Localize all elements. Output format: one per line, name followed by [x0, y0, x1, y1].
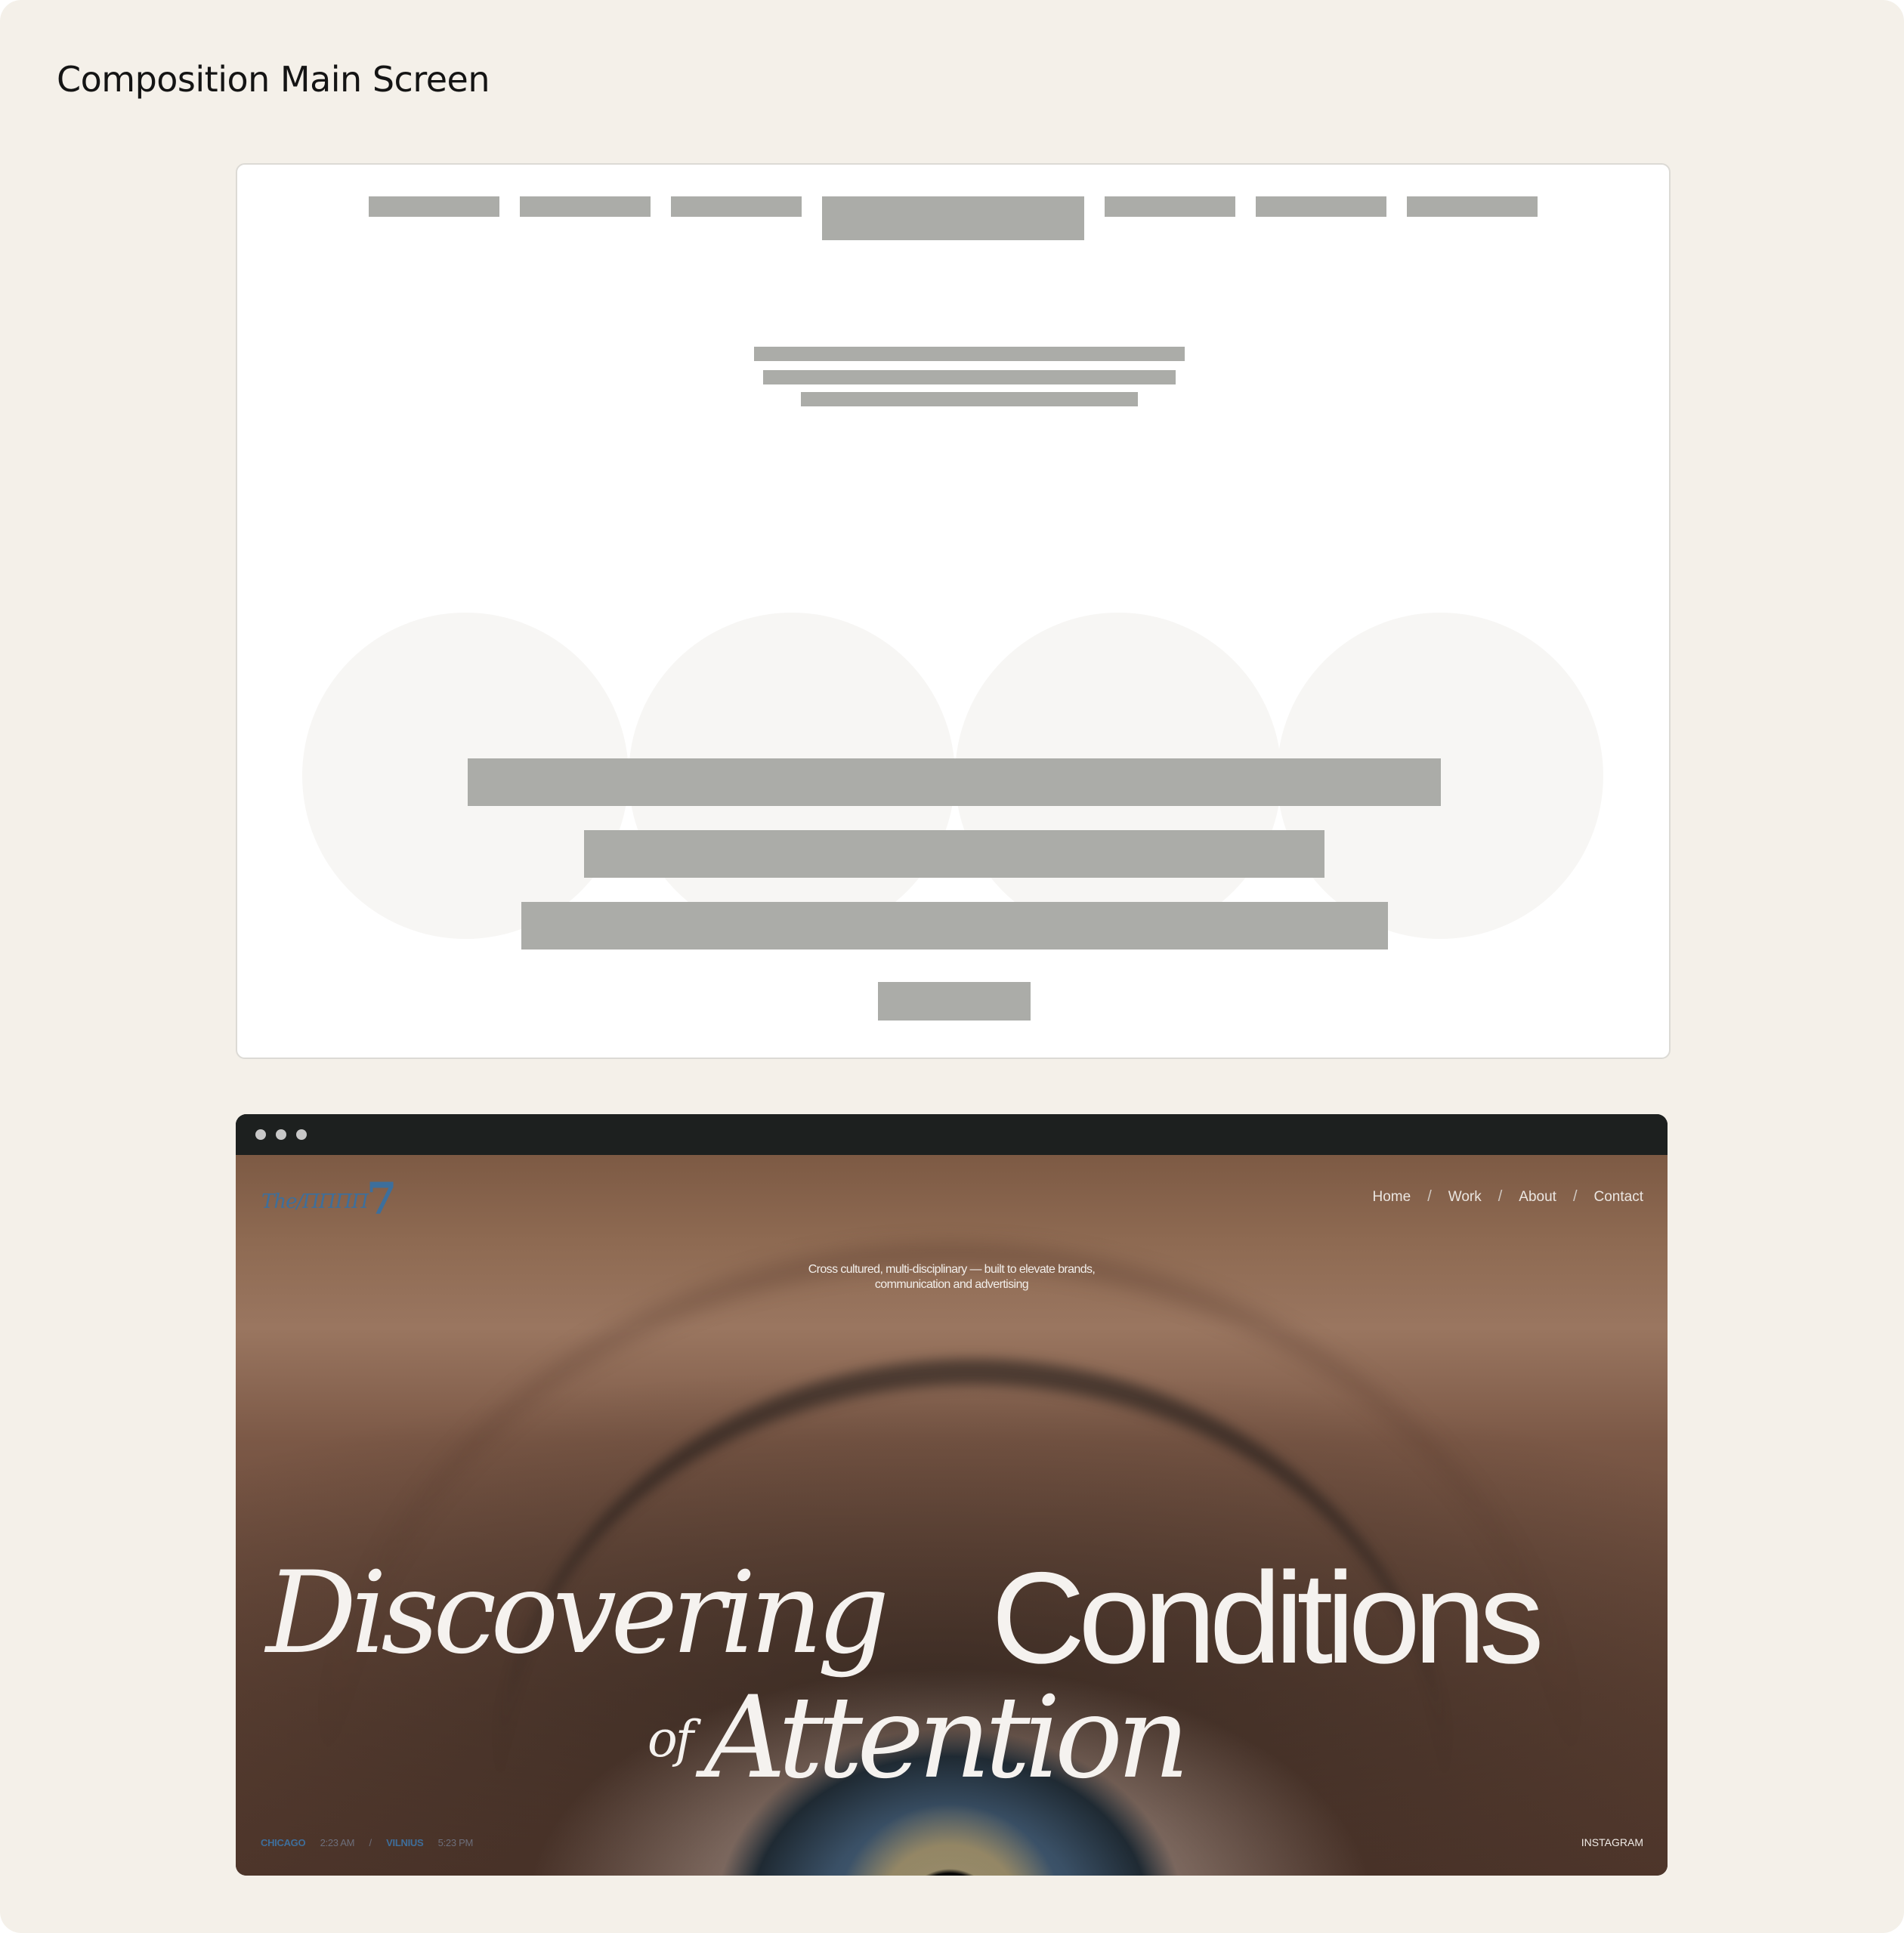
wire-nav-item	[1407, 196, 1538, 217]
wire-intro-line	[801, 392, 1138, 406]
nav-home[interactable]: Home	[1373, 1189, 1411, 1206]
nav-work[interactable]: Work	[1448, 1189, 1482, 1206]
nav-about[interactable]: About	[1519, 1189, 1556, 1206]
wire-intro-line	[754, 347, 1185, 361]
nav-contact[interactable]: Contact	[1594, 1189, 1643, 1206]
wire-nav-item	[369, 196, 499, 217]
instagram-link[interactable]: INSTAGRAM	[1581, 1836, 1643, 1848]
city-vilnius: VILNIUS	[386, 1837, 424, 1848]
nav-separator: /	[1427, 1188, 1432, 1205]
wire-headline-line	[521, 902, 1388, 950]
window-control-dot[interactable]	[276, 1129, 286, 1140]
timezone-strip: CHICAGO 2:23 AM / VILNIUS 5:23 PM	[261, 1837, 485, 1848]
logo-numeral: 7	[366, 1173, 397, 1224]
wire-nav-item	[671, 196, 802, 217]
wire-headline-line	[468, 758, 1441, 806]
hero-headline: Discovering Conditions of Attention	[236, 1540, 1668, 1873]
wireframe-panel	[236, 163, 1671, 1059]
headline-attention: Attention	[704, 1672, 1190, 1804]
timezone-separator: /	[369, 1837, 372, 1848]
wire-nav-item	[1105, 196, 1235, 217]
city-chicago: CHICAGO	[261, 1837, 306, 1848]
nav-separator: /	[1498, 1188, 1503, 1205]
window-control-dot[interactable]	[296, 1129, 307, 1140]
wire-nav-item	[1256, 196, 1386, 217]
section-title: Composition Main Screen	[57, 59, 490, 100]
logo-text: The/ΠΠΠΠ	[261, 1190, 369, 1213]
wire-nav-item	[520, 196, 651, 217]
time-vilnius: 5:23 PM	[437, 1837, 474, 1848]
wire-intro-line	[763, 370, 1176, 384]
tagline-line: communication and advertising	[874, 1278, 1029, 1291]
time-chicago: 2:23 AM	[320, 1837, 355, 1848]
tagline-line: Cross cultured, multi-disciplinary — bui…	[808, 1263, 1096, 1276]
site-logo[interactable]: The/ΠΠΠΠ7	[261, 1173, 397, 1224]
wire-headline-line	[584, 830, 1324, 878]
window-control-dot[interactable]	[255, 1129, 266, 1140]
canvas: Composition Main Screen The/ΠΠΠΠ7 Home /…	[0, 0, 1904, 1933]
browser-chrome	[236, 1114, 1668, 1155]
browser-window: The/ΠΠΠΠ7 Home / Work / About / Contact …	[236, 1114, 1668, 1876]
wire-button	[878, 982, 1031, 1021]
nav-separator: /	[1572, 1188, 1578, 1205]
wire-logo	[822, 196, 1084, 240]
hero-tagline: Cross cultured, multi-disciplinary — bui…	[236, 1262, 1668, 1292]
headline-discovering: Discovering	[266, 1548, 889, 1679]
site-nav: Home / Work / About / Contact	[1373, 1188, 1644, 1206]
headline-of: of	[648, 1710, 694, 1768]
hero-eye-image: The/ΠΠΠΠ7 Home / Work / About / Contact …	[236, 1155, 1668, 1876]
headline-conditions: Conditions	[991, 1545, 1544, 1691]
